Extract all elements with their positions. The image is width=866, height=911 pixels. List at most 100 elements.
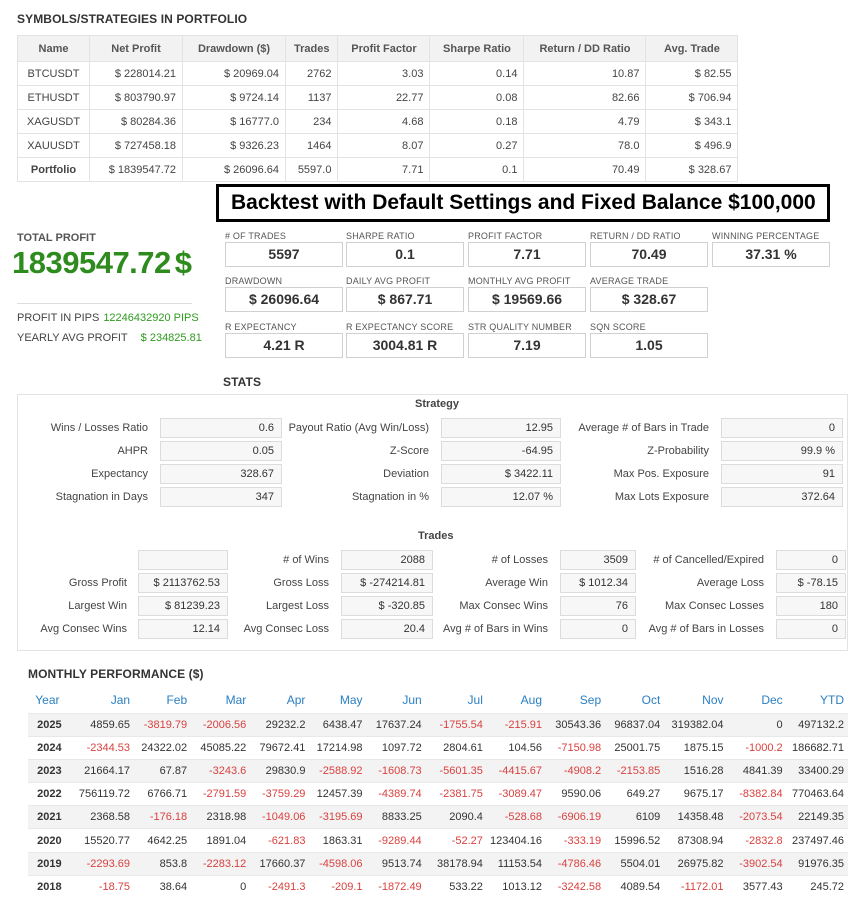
- strategy-value-max-lots-exposure: 372.64: [721, 487, 843, 507]
- strategy-value-z-probability: 99.9 %: [721, 441, 843, 461]
- monthly-col-header[interactable]: Jan: [71, 688, 134, 713]
- symbol-cell: 7.71: [337, 157, 431, 182]
- stat-value-sharpe-ratio: 0.1: [346, 242, 464, 267]
- monthly-cell: -621.83: [250, 828, 310, 853]
- monthly-cell: -52.27: [425, 828, 487, 853]
- monthly-cell: 22149.35: [786, 805, 848, 829]
- stat-label-drawdown: DRAWDOWN: [225, 276, 283, 286]
- monthly-cell: 2804.61: [425, 735, 487, 760]
- monthly-cell: -2588.92: [309, 758, 367, 783]
- monthly-year: 2023: [28, 758, 71, 783]
- monthly-cell: 4841.39: [727, 758, 787, 783]
- symbols-col-header[interactable]: Net Profit: [89, 35, 183, 62]
- strategy-label-average-of-bars-in-trade: Average # of Bars in Trade: [578, 422, 709, 434]
- monthly-col-header[interactable]: Jun: [367, 688, 426, 713]
- symbols-col-header[interactable]: Trades: [284, 35, 339, 62]
- symbols-col-header[interactable]: Avg. Trade: [645, 35, 739, 62]
- monthly-col-header[interactable]: Aug: [487, 688, 546, 713]
- monthly-performance-title: MONTHLY PERFORMANCE ($): [28, 667, 204, 681]
- symbol-name: XAGUSDT: [17, 109, 90, 134]
- trades-label-of-cancelled-expired: # of Cancelled/Expired: [653, 554, 764, 566]
- symbol-cell: 3.03: [337, 61, 431, 86]
- symbols-col-header[interactable]: Profit Factor: [337, 35, 431, 62]
- monthly-cell: -7150.98: [546, 735, 606, 760]
- trades-value-max-consec-losses: 180: [776, 596, 846, 616]
- symbols-col-header[interactable]: Sharpe Ratio: [429, 35, 525, 62]
- trades-value-blank: [138, 550, 228, 570]
- symbol-cell: 0.18: [429, 109, 525, 134]
- symbols-col-header[interactable]: Drawdown ($): [182, 35, 286, 62]
- monthly-cell: 533.22: [425, 874, 487, 899]
- symbol-cell: 0.1: [429, 157, 525, 182]
- monthly-cell: -18.75: [70, 874, 135, 899]
- monthly-cell: 319382.04: [664, 712, 728, 737]
- monthly-col-header[interactable]: Mar: [191, 688, 250, 713]
- trades-label-of-wins: # of Wins: [283, 554, 329, 566]
- monthly-col-header[interactable]: Oct: [605, 688, 664, 713]
- stat-label-average-trade: AVERAGE TRADE: [590, 276, 669, 286]
- strategy-label-stagnation-in: Stagnation in %: [351, 491, 429, 503]
- strategy-label-stagnation-in-days: Stagnation in Days: [55, 491, 148, 503]
- symbol-cell: $ 706.94: [645, 85, 739, 110]
- monthly-year: 2024: [28, 735, 71, 760]
- symbol-cell: 10.87: [523, 61, 647, 86]
- trades-label-average-win: Average Win: [485, 577, 548, 589]
- monthly-col-header[interactable]: May: [309, 688, 366, 713]
- stat-label-return-dd-ratio: RETURN / DD RATIO: [590, 231, 681, 241]
- symbol-name: ETHUSDT: [17, 85, 90, 110]
- monthly-cell: 497132.2: [786, 712, 848, 737]
- monthly-cell: 4089.54: [605, 874, 665, 899]
- stat-label-r-expectancy-score: R EXPECTANCY SCORE: [346, 322, 454, 332]
- symbol-cell: 70.49: [523, 157, 647, 182]
- monthly-cell: 15520.77: [70, 828, 135, 853]
- monthly-col-header[interactable]: Feb: [134, 688, 191, 713]
- symbol-name: Portfolio: [17, 157, 90, 182]
- monthly-cell: -3243.6: [191, 758, 251, 783]
- monthly-cell: 3577.43: [727, 874, 787, 899]
- trades-value-average-loss: $ -78.15: [776, 573, 846, 593]
- monthly-cell: 853.8: [134, 851, 192, 876]
- monthly-cell: 1097.72: [366, 735, 426, 760]
- symbol-cell: 0.27: [429, 133, 525, 158]
- symbol-cell: 8.07: [337, 133, 431, 158]
- stat-value-drawdown: $ 26096.64: [225, 287, 343, 312]
- monthly-cell: 29830.9: [250, 758, 310, 783]
- symbols-table: Name Net Profit Drawdown ($) Trades Profit F…: [17, 35, 739, 182]
- symbol-cell: $ 9326.23: [182, 133, 286, 158]
- monthly-col-header[interactable]: YTD: [787, 688, 848, 713]
- yearly-avg-profit-value: $ 234825.81: [140, 332, 202, 344]
- strategy-label-z-probability: Z-Probability: [647, 445, 709, 457]
- trades-label-max-consec-losses: Max Consec Losses: [664, 600, 764, 612]
- monthly-col-header[interactable]: Apr: [250, 688, 309, 713]
- monthly-cell: -4415.67: [486, 758, 547, 783]
- symbol-cell: 1464: [284, 133, 339, 158]
- symbol-cell: $ 228014.21: [89, 61, 183, 86]
- symbols-col-header[interactable]: Return / DD Ratio: [523, 35, 647, 62]
- monthly-cell: 33400.29: [786, 758, 848, 783]
- stat-value-average-trade: $ 328.67: [590, 287, 708, 312]
- trades-label-largest-loss: Largest Loss: [266, 600, 329, 612]
- monthly-col-header[interactable]: Sep: [546, 688, 605, 713]
- monthly-col-header[interactable]: Year: [28, 688, 71, 713]
- monthly-row: 2019 -2293.69 853.8 -2283.12 17660.37 -4598.0…: [28, 851, 848, 876]
- symbols-col-header[interactable]: Name: [17, 35, 90, 62]
- monthly-col-header[interactable]: Nov: [664, 688, 727, 713]
- stat-value-monthly-avg-profit: $ 19569.66: [468, 287, 586, 312]
- monthly-cell: 87308.94: [664, 828, 728, 853]
- monthly-cell: -3195.69: [309, 805, 367, 829]
- monthly-cell: -4908.2: [546, 758, 606, 783]
- stat-label-r-expectancy: R EXPECTANCY: [225, 322, 297, 332]
- monthly-cell: 21664.17: [70, 758, 135, 783]
- monthly-cell: 11153.54: [486, 851, 547, 876]
- monthly-col-header[interactable]: Dec: [728, 688, 787, 713]
- stat-label-sqn-score: SQN SCORE: [590, 322, 646, 332]
- monthly-cell: 1891.04: [191, 828, 251, 853]
- monthly-cell: 5504.01: [605, 851, 665, 876]
- trades-label-avg-consec-loss: Avg Consec Loss: [243, 623, 329, 635]
- monthly-row: 2021 2368.58 -176.18 2318.98 -1049.06 -3195.6…: [28, 805, 848, 829]
- monthly-cell: 17214.98: [309, 735, 367, 760]
- monthly-cell: 756119.72: [70, 782, 135, 806]
- symbol-cell: 78.0: [523, 133, 647, 158]
- trades-value-gross-profit: $ 2113762.53: [138, 573, 228, 593]
- monthly-col-header[interactable]: Jul: [426, 688, 487, 713]
